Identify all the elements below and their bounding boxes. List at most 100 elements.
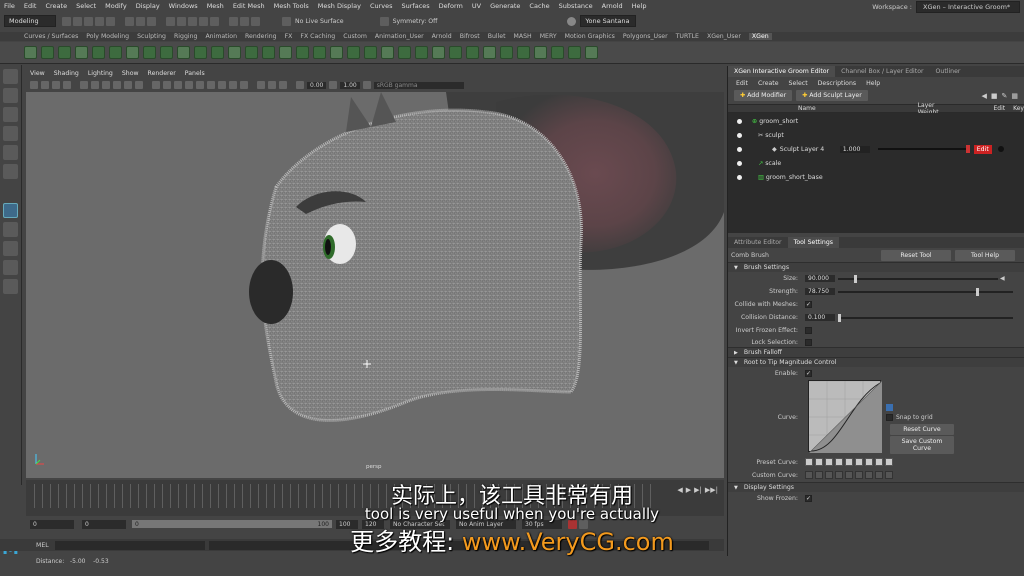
slider-knob[interactable]: [838, 314, 841, 322]
size-slider[interactable]: [838, 275, 998, 283]
color-management-icon[interactable]: [362, 81, 371, 89]
menu-arnold[interactable]: Arnold: [602, 2, 623, 10]
field-chart-icon[interactable]: [124, 81, 132, 89]
snap-curve-icon[interactable]: [177, 16, 186, 26]
live-surface-icon[interactable]: [282, 16, 291, 26]
menu-mesh[interactable]: Mesh: [207, 2, 224, 10]
strength-slider[interactable]: [838, 288, 1013, 296]
shelf-tab-animation-user[interactable]: Animation_User: [375, 33, 424, 40]
lasso-tool-icon[interactable]: [3, 88, 18, 103]
enable-checkbox[interactable]: ✓: [805, 370, 812, 377]
collision-field[interactable]: 0.100: [805, 314, 835, 321]
menu-edit-mesh[interactable]: Edit Mesh: [233, 2, 265, 10]
reset-tool-button[interactable]: Reset Tool: [881, 249, 951, 261]
move-tool-icon[interactable]: [3, 126, 18, 141]
xgen-shelf-tool-icon[interactable]: [381, 46, 394, 59]
xgen-shelf-tool-icon[interactable]: [415, 46, 428, 59]
snap-grid-icon[interactable]: [166, 16, 175, 26]
undo-icon[interactable]: [95, 16, 104, 26]
xgen-shelf-tool-icon[interactable]: [483, 46, 496, 59]
symmetry-label[interactable]: Symmetry: Off: [393, 18, 438, 25]
open-scene-icon[interactable]: [73, 16, 82, 26]
layer-row[interactable]: ↗ scale: [728, 157, 1024, 169]
xgen-shelf-tool-icon[interactable]: [41, 46, 54, 59]
smooth-shade-icon[interactable]: [163, 81, 171, 89]
xgen-shelf-tool-icon[interactable]: [126, 46, 139, 59]
shelf-tab-mery[interactable]: MERY: [540, 33, 557, 40]
exposure-field[interactable]: 0.00: [307, 81, 327, 89]
edit-layer-button[interactable]: Edit: [973, 144, 992, 154]
xgen-shelf-tool-icon[interactable]: [313, 46, 326, 59]
eye-icon[interactable]: [737, 160, 742, 166]
menu-edit[interactable]: Edit: [24, 2, 37, 10]
side-by-side-layout-icon[interactable]: [3, 260, 18, 275]
workspace-dropdown[interactable]: XGen – Interactive Groom*: [916, 1, 1020, 13]
xgen-shelf-tool-icon[interactable]: [585, 46, 598, 59]
cache-icon[interactable]: ■: [991, 92, 998, 100]
eye-icon[interactable]: [737, 132, 742, 138]
invert-checkbox[interactable]: [805, 327, 812, 334]
xgen-shelf-tool-icon[interactable]: [279, 46, 292, 59]
menu-substance[interactable]: Substance: [559, 2, 593, 10]
render-icon[interactable]: [229, 16, 238, 26]
xgen-shelf-tool-icon[interactable]: [517, 46, 530, 59]
single-layout-icon[interactable]: [3, 222, 18, 237]
xgen-shelf-tool-icon[interactable]: [75, 46, 88, 59]
preset-linear-icon[interactable]: [805, 457, 813, 466]
visibility-icon[interactable]: ◀: [981, 92, 986, 100]
outliner-layout-icon[interactable]: [3, 279, 18, 294]
menu-generate[interactable]: Generate: [490, 2, 520, 10]
preset-ease-out-icon[interactable]: [825, 457, 833, 466]
menu-create[interactable]: Create: [45, 2, 67, 10]
layer-row[interactable]: ◆ Sculpt Layer 4 1.000 Edit: [728, 143, 1024, 155]
shelf-tab-turtle[interactable]: TURTLE: [676, 33, 699, 40]
save-scene-icon[interactable]: [84, 16, 93, 26]
key-icon[interactable]: [997, 146, 1004, 152]
shelf-tab-animation[interactable]: Animation: [205, 33, 237, 40]
bookmark-icon[interactable]: [52, 81, 60, 89]
preset-smooth-icon[interactable]: [835, 457, 843, 466]
live-surface-label[interactable]: No Live Surface: [295, 18, 344, 25]
save-curve-button[interactable]: Save Custom Curve: [890, 436, 954, 454]
eye-icon[interactable]: [737, 146, 742, 152]
wireframe-icon[interactable]: [152, 81, 160, 89]
xgen-shelf-tool-icon[interactable]: [211, 46, 224, 59]
menu-deform[interactable]: Deform: [439, 2, 463, 10]
viewport-menu-lighting[interactable]: Lighting: [88, 70, 113, 77]
image-plane-icon[interactable]: [63, 81, 71, 89]
eye-icon[interactable]: [737, 174, 742, 180]
tab-outliner[interactable]: Outliner: [930, 66, 967, 77]
viewport-menu-renderer[interactable]: Renderer: [148, 70, 176, 77]
shelf-tab-rigging[interactable]: Rigging: [174, 33, 197, 40]
reset-curve-button[interactable]: Reset Curve: [890, 424, 954, 435]
groom-menu-edit[interactable]: Edit: [736, 80, 748, 87]
section-brush-settings[interactable]: ▼ Brush Settings: [728, 262, 1024, 272]
add-modifier-button[interactable]: ✚ Add Modifier: [734, 90, 793, 101]
viewport-menu-view[interactable]: View: [30, 70, 45, 77]
tool-help-button[interactable]: Tool Help: [955, 249, 1015, 261]
render-settings-icon[interactable]: [251, 16, 260, 26]
gamma-icon[interactable]: [329, 81, 338, 89]
shelf-tab-xgen[interactable]: XGen: [748, 33, 772, 40]
groom-menu-create[interactable]: Create: [758, 80, 779, 87]
xgen-shelf-tool-icon[interactable]: [466, 46, 479, 59]
shelf-tab-custom[interactable]: Custom: [343, 33, 367, 40]
shelf-tab-rendering[interactable]: Rendering: [245, 33, 277, 40]
xgen-shelf-tool-icon[interactable]: [177, 46, 190, 59]
redo-icon[interactable]: [106, 16, 115, 26]
menu-display[interactable]: Display: [136, 2, 160, 10]
preset-step-icon[interactable]: [845, 457, 853, 466]
ipr-icon[interactable]: [240, 16, 249, 26]
preset-flat-icon[interactable]: [865, 457, 873, 466]
xgen-shelf-tool-icon[interactable]: [262, 46, 275, 59]
menu-windows[interactable]: Windows: [169, 2, 198, 10]
groom-menu-help[interactable]: Help: [866, 80, 880, 87]
xgen-shelf-tool-icon[interactable]: [194, 46, 207, 59]
3d-viewport[interactable]: persp: [26, 92, 724, 478]
safe-action-icon[interactable]: [135, 81, 143, 89]
shelf-tab-mash[interactable]: MASH: [514, 33, 532, 40]
xgen-shelf-tool-icon[interactable]: [160, 46, 173, 59]
new-scene-icon[interactable]: [62, 16, 71, 26]
shelf-tab-bifrost[interactable]: Bifrost: [460, 33, 480, 40]
menu-file[interactable]: File: [4, 2, 15, 10]
